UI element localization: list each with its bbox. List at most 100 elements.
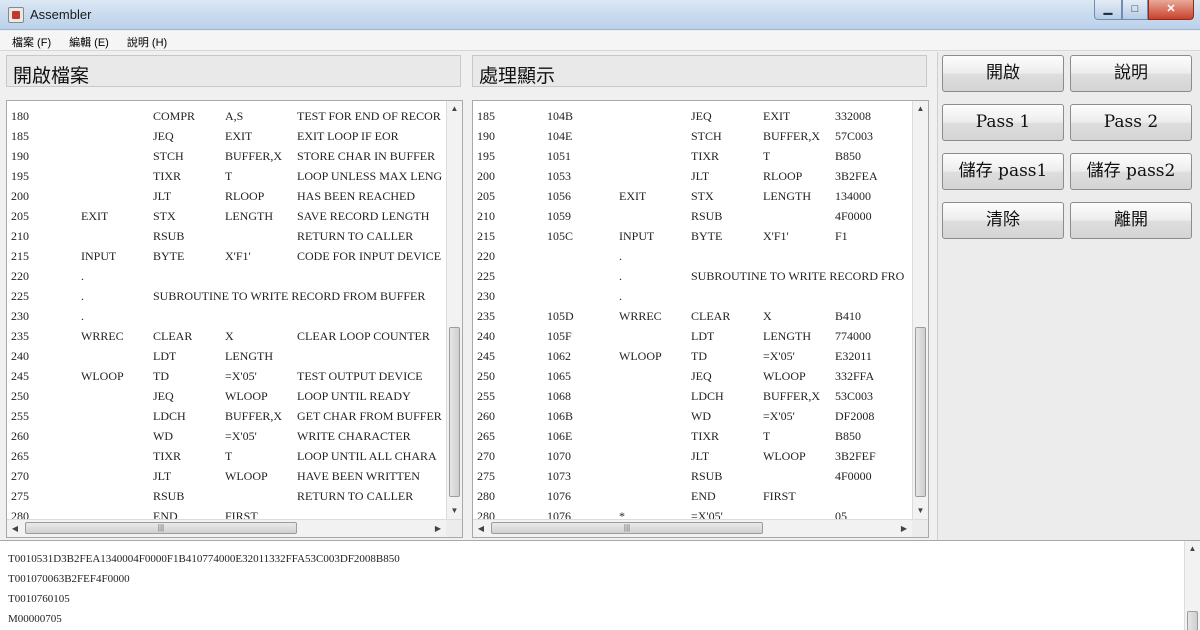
code-row: 245 1062 WLOOP TD =X'05' E32011 — [473, 346, 912, 366]
scroll-thumb[interactable]: ||| — [491, 522, 763, 534]
open-button[interactable]: 開啟 — [942, 55, 1064, 92]
code-cell: BUFFER,X — [225, 409, 283, 423]
code-cell: 205 — [477, 189, 495, 203]
code-cell: EXIT LOOP IF EOR — [297, 129, 399, 143]
code-cell: STORE CHAR IN BUFFER — [297, 149, 436, 163]
code-row: 235 105D WRREC CLEAR X B410 — [473, 306, 912, 326]
code-row: 280 1076 * =X'05' 05 — [473, 506, 912, 519]
code-cell: 1070 — [547, 449, 571, 463]
close-button[interactable]: ✕ — [1148, 0, 1194, 20]
code-cell: 245 — [477, 349, 495, 363]
maximize-button[interactable]: □ — [1122, 0, 1148, 20]
code-cell: 185 — [477, 109, 495, 123]
code-cell: RSUB — [691, 469, 723, 483]
menu-help[interactable]: 說明 (H) — [115, 31, 173, 50]
scroll-left-arrow-icon[interactable]: ◀ — [7, 520, 23, 537]
code-cell: 105C — [547, 229, 574, 243]
code-cell: LOOP UNTIL ALL CHARA — [297, 449, 437, 463]
code-cell: JEQ — [691, 369, 712, 383]
code-row: 210 RSUB RETURN TO CALLER — [7, 226, 446, 246]
process-code-list: 185 104B JEQ EXIT 332008 190 104E STCH BUFFER,X 5… — [473, 106, 912, 519]
code-cell: 104E — [547, 129, 573, 143]
code-row: 235 WRREC CLEAR X CLEAR LOOP COUNTER — [7, 326, 446, 346]
scroll-up-arrow-icon[interactable]: ▲ — [913, 101, 928, 117]
code-cell: 1065 — [547, 369, 571, 383]
code-cell: 1076 — [547, 489, 571, 503]
code-cell: BYTE — [691, 229, 723, 243]
help-button[interactable]: 說明 — [1070, 55, 1192, 92]
pass2-button[interactable]: Pass 2 — [1070, 104, 1192, 141]
code-row: 240 105F LDT LENGTH 774000 — [473, 326, 912, 346]
process-vertical-scrollbar[interactable]: ▲ ▼ — [912, 101, 928, 519]
code-cell: T — [763, 429, 771, 443]
save-pass2-button[interactable]: 儲存 pass2 — [1070, 153, 1192, 190]
minimize-button[interactable]: ▁ — [1094, 0, 1122, 20]
code-cell: TIXR — [691, 429, 719, 443]
code-cell: 245 — [11, 369, 29, 383]
code-cell: END — [153, 509, 178, 519]
scroll-left-arrow-icon[interactable]: ◀ — [473, 520, 489, 537]
code-cell: 255 — [11, 409, 29, 423]
code-cell: STCH — [691, 129, 722, 143]
scroll-up-arrow-icon[interactable]: ▲ — [447, 101, 462, 117]
code-cell: . — [81, 289, 84, 303]
code-cell: WLOOP — [619, 349, 662, 363]
window-titlebar: Assembler ▁ □ ✕ — [0, 0, 1200, 30]
object-code-line: T001070063B2FEF4F0000 — [8, 573, 130, 585]
menu-file[interactable]: 檔案 (F) — [0, 31, 57, 50]
pass1-button[interactable]: Pass 1 — [942, 104, 1064, 141]
code-cell: 215 — [477, 229, 495, 243]
code-cell: TIXR — [153, 449, 181, 463]
scroll-down-arrow-icon[interactable]: ▼ — [913, 503, 928, 519]
save-pass1-button[interactable]: 儲存 pass1 — [942, 153, 1064, 190]
code-cell: TD — [691, 349, 707, 363]
scroll-thumb[interactable] — [449, 327, 460, 497]
code-row: 275 RSUB RETURN TO CALLER — [7, 486, 446, 506]
code-row: 225. SUBROUTINE TO WRITE RECORD FROM BUFF… — [7, 286, 446, 306]
code-row: 250 JEQ WLOOP LOOP UNTIL READY — [7, 386, 446, 406]
code-cell: 225 — [477, 269, 495, 283]
scroll-right-arrow-icon[interactable]: ▶ — [896, 520, 912, 537]
code-cell: STCH — [153, 149, 184, 163]
code-row: 280 1076 END FIRST — [473, 486, 912, 506]
source-vertical-scrollbar[interactable]: ▲ ▼ — [446, 101, 462, 519]
scroll-thumb[interactable]: ||| — [25, 522, 297, 534]
code-cell: SUBROUTINE TO WRITE RECORD FROM BUFFER — [153, 289, 426, 303]
code-cell: CLEAR — [153, 329, 193, 343]
object-code-output[interactable]: T0010531D3B2FEA1340004F0000F1B410774000E… — [0, 540, 1200, 630]
code-cell: 4F0000 — [835, 469, 872, 483]
code-cell: 104B — [547, 109, 574, 123]
menu-edit[interactable]: 編輯 (E) — [57, 31, 115, 50]
scroll-thumb[interactable] — [1187, 611, 1198, 630]
exit-button[interactable]: 離開 — [1070, 202, 1192, 239]
code-cell: EXIT — [619, 189, 647, 203]
code-cell: EXIT — [81, 209, 109, 223]
code-cell: JEQ — [153, 389, 174, 403]
scroll-up-arrow-icon[interactable]: ▲ — [1185, 541, 1200, 557]
scroll-down-arrow-icon[interactable]: ▼ — [447, 503, 462, 519]
scroll-right-arrow-icon[interactable]: ▶ — [430, 520, 446, 537]
output-vertical-scrollbar[interactable]: ▲ — [1184, 541, 1200, 630]
code-cell: 332008 — [835, 109, 871, 123]
code-cell: X — [225, 329, 234, 343]
code-cell: TIXR — [691, 149, 719, 163]
clear-button[interactable]: 清除 — [942, 202, 1064, 239]
code-row: 280 END FIRST — [7, 506, 446, 519]
source-horizontal-scrollbar[interactable]: ◀ ||| ▶ — [7, 519, 462, 537]
process-display-panel[interactable]: 185 104B JEQ EXIT 332008 190 104E STCH BUFFER,X 5… — [472, 100, 929, 538]
code-cell: 57C003 — [835, 129, 874, 143]
code-cell: WD — [691, 409, 711, 423]
source-code-panel[interactable]: 180 COMPR A,S TEST FOR END OF RECOR 185 JEQ EX… — [6, 100, 463, 538]
code-cell: FIRST — [225, 509, 258, 519]
app-icon — [8, 7, 24, 23]
code-row: 270 JLT WLOOP HAVE BEEN WRITTEN — [7, 466, 446, 486]
process-horizontal-scrollbar[interactable]: ◀ ||| ▶ — [473, 519, 928, 537]
code-row: 255 LDCH BUFFER,X GET CHAR FROM BUFFER — [7, 406, 446, 426]
code-cell: HAS BEEN REACHED — [297, 189, 416, 203]
code-row: 205 EXIT STX LENGTH SAVE RECORD LENGTH — [7, 206, 446, 226]
menu-bar: 檔案 (F) 編輯 (E) 說明 (H) — [0, 31, 1200, 51]
code-cell: X — [763, 309, 772, 323]
code-cell: LDCH — [691, 389, 724, 403]
scroll-thumb[interactable] — [915, 327, 926, 497]
code-cell: 1068 — [547, 389, 571, 403]
